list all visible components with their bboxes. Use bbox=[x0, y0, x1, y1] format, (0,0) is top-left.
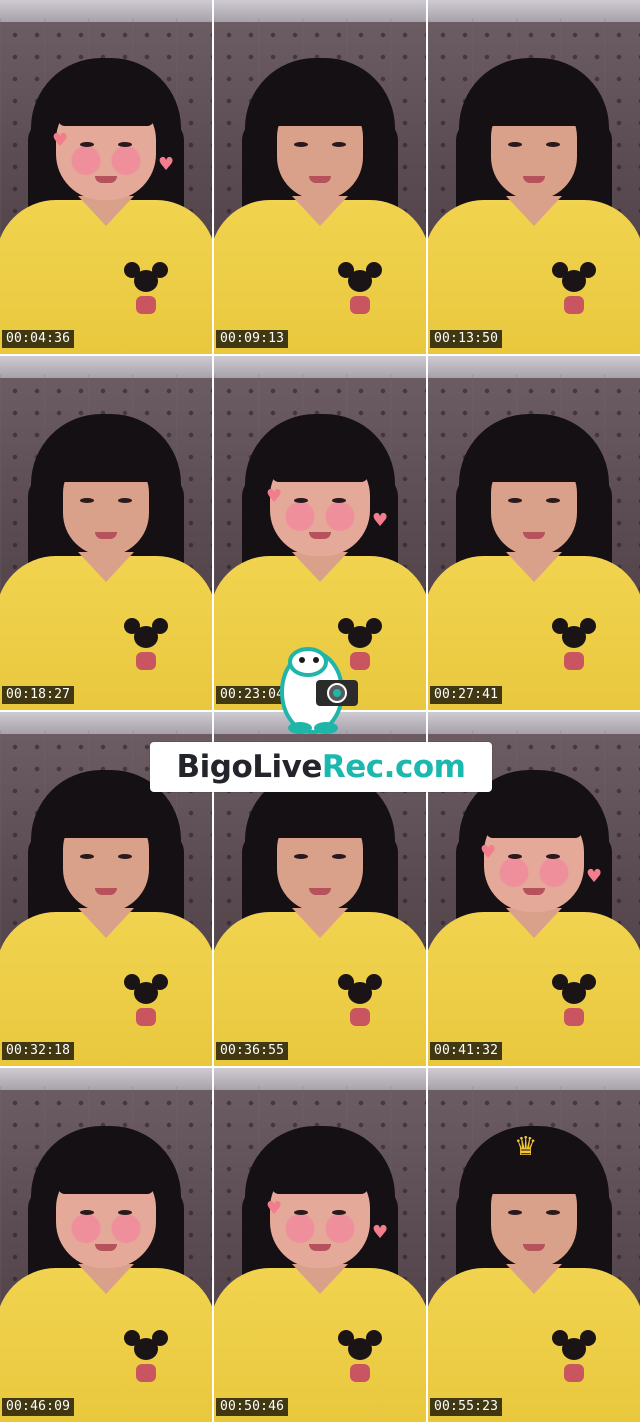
mickey-print-icon bbox=[124, 974, 168, 1044]
eye-right bbox=[118, 142, 132, 147]
mickey-print-icon bbox=[338, 262, 382, 332]
frame-timestamp: 00:04:36 bbox=[2, 330, 75, 348]
eye-left bbox=[508, 498, 522, 503]
bangs bbox=[58, 798, 154, 838]
eye-left bbox=[508, 1210, 522, 1215]
video-frame-thumbnail[interactable]: ♛ 00:55:23 bbox=[428, 1068, 640, 1422]
heart-sticker-icon: ♥ bbox=[158, 154, 175, 175]
eye-right bbox=[332, 498, 346, 503]
heart-sticker-icon: ♥ bbox=[372, 510, 389, 531]
bangs bbox=[272, 798, 368, 838]
frame-timestamp: 00:41:32 bbox=[430, 1042, 503, 1060]
eye-left bbox=[294, 854, 308, 859]
crown-sticker-icon: ♛ bbox=[514, 1132, 538, 1162]
mickey-print-icon bbox=[124, 262, 168, 332]
video-frame-thumbnail[interactable]: 00:13:50 bbox=[428, 0, 640, 354]
video-frame-thumbnail[interactable]: 00:09:13 bbox=[214, 0, 426, 354]
heart-sticker-icon: ♥ bbox=[372, 1222, 389, 1243]
frame-timestamp: 00:32:18 bbox=[2, 1042, 75, 1060]
bangs bbox=[272, 1154, 368, 1194]
mickey-print-icon bbox=[124, 618, 168, 688]
eye-right bbox=[332, 1210, 346, 1215]
frame-timestamp: 00:13:50 bbox=[430, 330, 503, 348]
frame-timestamp: 00:27:41 bbox=[430, 686, 503, 704]
frame-timestamp: 00:50:46 bbox=[216, 1398, 289, 1416]
frame-timestamp: 00:46:09 bbox=[2, 1398, 75, 1416]
mouth bbox=[309, 176, 331, 183]
frame-timestamp: 00:09:13 bbox=[216, 330, 289, 348]
eye-left bbox=[508, 142, 522, 147]
mickey-print-icon bbox=[552, 1330, 596, 1400]
bangs bbox=[486, 798, 582, 838]
brand-watermark: BigoLive Rec.com bbox=[150, 742, 492, 792]
mouth bbox=[95, 888, 117, 895]
mouth bbox=[523, 888, 545, 895]
mouth bbox=[95, 1244, 117, 1251]
eye-right bbox=[546, 854, 560, 859]
mouth bbox=[523, 1244, 545, 1251]
heart-sticker-icon: ♥ bbox=[586, 866, 603, 887]
heart-sticker-icon: ♥ bbox=[266, 1198, 283, 1219]
mickey-print-icon bbox=[552, 974, 596, 1044]
bangs bbox=[486, 86, 582, 126]
mickey-print-icon bbox=[552, 618, 596, 688]
video-frame-thumbnail[interactable]: ♥ ♥ 00:50:46 bbox=[214, 1068, 426, 1422]
video-frame-thumbnail[interactable]: ♥ ♥ 00:04:36 bbox=[0, 0, 212, 354]
heart-sticker-icon: ♥ bbox=[52, 130, 69, 151]
frame-timestamp: 00:36:55 bbox=[216, 1042, 289, 1060]
bangs bbox=[58, 442, 154, 482]
mickey-print-icon bbox=[124, 1330, 168, 1400]
frame-timestamp: 00:55:23 bbox=[430, 1398, 503, 1416]
eye-right bbox=[118, 498, 132, 503]
mouth bbox=[309, 1244, 331, 1251]
frame-timestamp: 00:18:27 bbox=[2, 686, 75, 704]
eye-left bbox=[508, 854, 522, 859]
eye-left bbox=[294, 1210, 308, 1215]
bangs bbox=[486, 442, 582, 482]
mouth bbox=[523, 176, 545, 183]
mouth bbox=[523, 532, 545, 539]
video-frame-thumbnail[interactable]: 00:18:27 bbox=[0, 356, 212, 710]
heart-sticker-icon: ♥ bbox=[480, 842, 497, 863]
mouth bbox=[309, 532, 331, 539]
eye-left bbox=[80, 854, 94, 859]
eye-left bbox=[294, 142, 308, 147]
mouth bbox=[309, 888, 331, 895]
bangs bbox=[58, 1154, 154, 1194]
bangs bbox=[58, 86, 154, 126]
bangs bbox=[272, 442, 368, 482]
eye-right bbox=[546, 1210, 560, 1215]
bangs bbox=[272, 86, 368, 126]
camera-mascot-icon bbox=[280, 647, 358, 734]
brand-name-part1: BigoLive bbox=[176, 749, 323, 785]
mickey-print-icon bbox=[338, 1330, 382, 1400]
eye-right bbox=[118, 1210, 132, 1215]
eye-right bbox=[118, 854, 132, 859]
mickey-print-icon bbox=[552, 262, 596, 332]
heart-sticker-icon: ♥ bbox=[266, 486, 283, 507]
eye-right bbox=[332, 142, 346, 147]
eye-left bbox=[80, 142, 94, 147]
eye-right bbox=[332, 854, 346, 859]
video-frame-thumbnail[interactable]: 00:27:41 bbox=[428, 356, 640, 710]
eye-right bbox=[546, 142, 560, 147]
mickey-print-icon bbox=[338, 974, 382, 1044]
mouth bbox=[95, 176, 117, 183]
video-frame-thumbnail[interactable]: 00:46:09 bbox=[0, 1068, 212, 1422]
mouth bbox=[95, 532, 117, 539]
eye-left bbox=[80, 498, 94, 503]
eye-left bbox=[80, 1210, 94, 1215]
brand-name-part2: Rec.com bbox=[321, 749, 466, 785]
eye-right bbox=[546, 498, 560, 503]
eye-left bbox=[294, 498, 308, 503]
